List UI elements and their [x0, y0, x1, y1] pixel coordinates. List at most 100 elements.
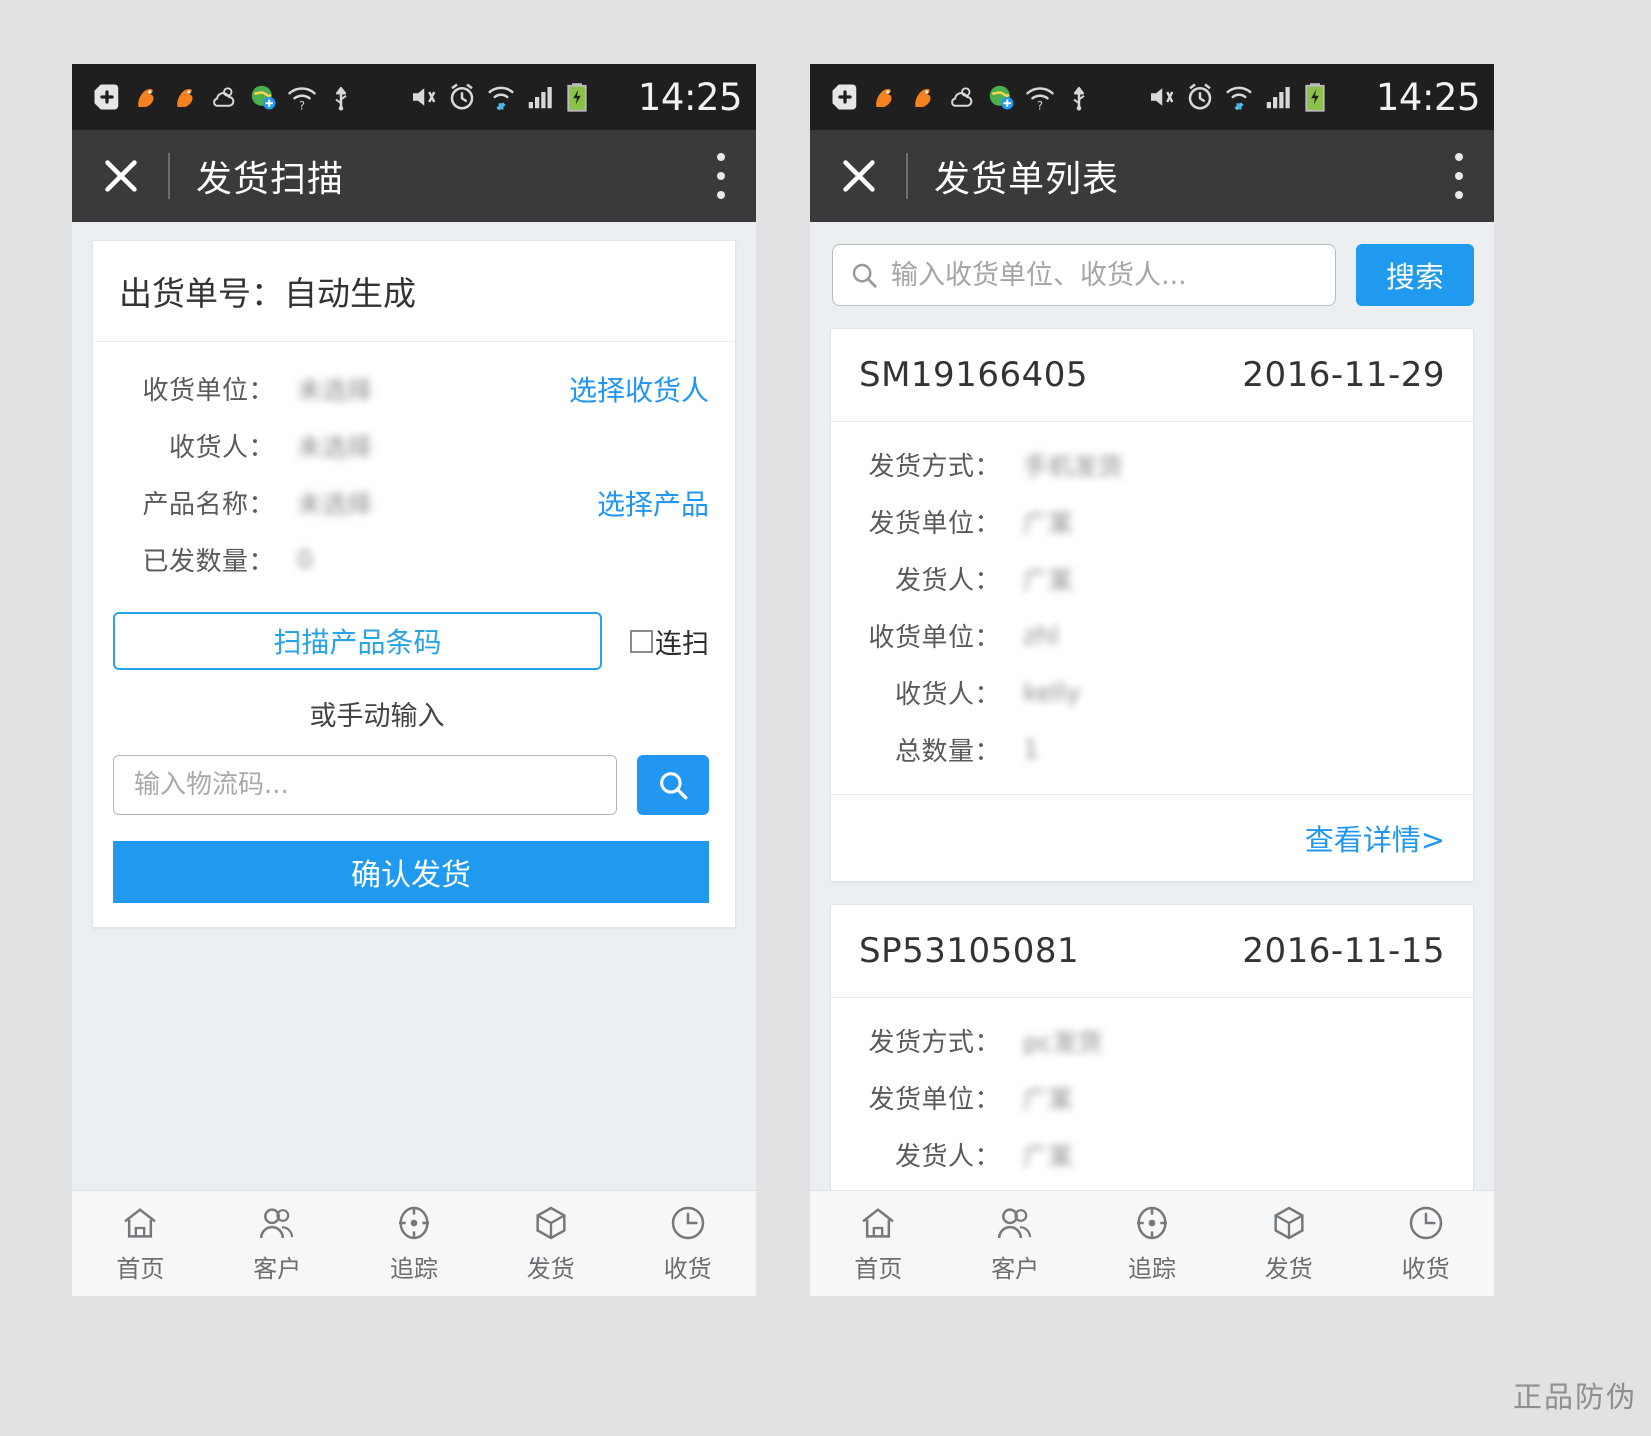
scan-product-barcode-button[interactable]: 扫描产品条码 — [113, 612, 602, 670]
shipping-form-body: 收货单位： 未选择 选择收货人 收货人： 未选择 产品名称： 未选择 选择产品 — [93, 342, 735, 927]
scan-row: 扫描产品条码 连扫 — [113, 612, 709, 670]
order-row-ship-method: 发货方式： pc发货 — [831, 1012, 1445, 1069]
right-screen-content: 搜索 SM19166405 2016-11-29 发货方式： 手机发货 发 — [810, 222, 1494, 1190]
nav-label: 收货 — [1401, 1255, 1450, 1283]
screenshot-stage: ? 14:25 发货扫描 出货单号：自动生成 收货单位： 未选择 选择收货人 收… — [0, 0, 1651, 1436]
order-card-body: 发货方式： pc发货 发货单位： 广某 发货人： 广某 收货单位： — [831, 998, 1473, 1190]
search-code-button[interactable] — [637, 755, 709, 815]
map-app-icon — [989, 85, 1014, 110]
nav-label: 首页 — [116, 1255, 165, 1283]
users-icon — [260, 1208, 294, 1239]
app-bar-left: 发货扫描 — [72, 130, 756, 222]
field-label: 发货人： — [894, 566, 1001, 596]
view-detail-link[interactable]: 查看详情> — [1305, 823, 1445, 857]
uc-browser-icon — [876, 89, 892, 107]
field-value-redacted: pc发货 — [1023, 1027, 1103, 1057]
field-value-redacted: 1 — [1023, 735, 1039, 764]
order-row-ship-company: 发货单位： 广某 — [831, 1069, 1445, 1126]
search-input-wrapper[interactable] — [832, 244, 1336, 306]
close-icon[interactable] — [98, 153, 144, 199]
box-icon — [536, 1206, 566, 1240]
app-bar-right: 发货单列表 — [810, 130, 1494, 222]
shipment-number-header: 出货单号：自动生成 — [93, 241, 735, 342]
field-label: 发货单位： — [868, 509, 1001, 539]
select-receiver-link[interactable]: 选择收货人 — [555, 369, 709, 409]
nav-item-shipping[interactable]: 发货 — [1220, 1191, 1357, 1296]
wifi-question-icon: ? — [1026, 87, 1054, 112]
field-value-redacted: kelly — [1023, 678, 1081, 707]
nav-label: 追踪 — [389, 1255, 438, 1283]
confirm-shipment-button[interactable]: 确认发货 — [113, 841, 709, 903]
search-input[interactable] — [891, 259, 1319, 291]
order-number: SP53105081 — [859, 931, 1080, 971]
weather-cloud-icon — [951, 87, 973, 107]
order-row-ship-company: 发货单位： 广某 — [831, 493, 1445, 550]
nav-item-home[interactable]: 首页 — [72, 1191, 209, 1296]
battery-charging-icon — [567, 83, 587, 112]
form-row-shipped-quantity: 已发数量： 0 — [105, 531, 709, 588]
bottom-nav-right: 首页 客户 追踪 发货 收货 — [810, 1190, 1494, 1296]
field-label: 收货人： — [168, 433, 275, 463]
nav-item-home[interactable]: 首页 — [810, 1191, 947, 1296]
box-icon — [1274, 1206, 1304, 1240]
order-date: 2016-11-15 — [1242, 931, 1445, 971]
map-app-icon — [251, 85, 276, 110]
nav-item-customer[interactable]: 客户 — [947, 1191, 1084, 1296]
status-bar-icons-left: ? — [92, 82, 632, 112]
overflow-menu-icon[interactable] — [716, 153, 726, 199]
status-bar-icons-right: ? — [830, 82, 1370, 112]
field-label: 收货单位： — [142, 376, 275, 406]
field-label: 收货人： — [894, 680, 1001, 710]
page-title: 发货单列表 — [934, 159, 1120, 200]
users-icon — [998, 1208, 1032, 1239]
search-bar: 搜索 — [810, 222, 1494, 306]
or-manual-input-text: 或手动输入 — [309, 701, 445, 732]
form-row-receiver-person: 收货人： 未选择 — [105, 417, 709, 474]
field-label: 发货单位： — [868, 1085, 1001, 1115]
search-button[interactable]: 搜索 — [1356, 244, 1474, 306]
silent-mode-icon — [413, 88, 436, 106]
usb-icon — [1073, 87, 1085, 111]
close-icon[interactable] — [836, 153, 882, 199]
nav-item-tracking[interactable]: 追踪 — [346, 1191, 483, 1296]
order-row-shipper: 发货人： 广某 — [831, 1126, 1445, 1183]
status-bar-clock: 14:25 — [1375, 75, 1481, 119]
overflow-menu-icon[interactable] — [1454, 153, 1464, 199]
order-row-receiver-person: 收货人： kelly — [831, 664, 1445, 721]
field-value-redacted: 手机发货 — [1023, 451, 1124, 481]
nav-item-receiving[interactable]: 收货 — [619, 1191, 756, 1296]
field-label: 产品名称： — [142, 490, 275, 520]
battery-charging-icon — [1305, 83, 1325, 112]
nav-item-receiving[interactable]: 收货 — [1357, 1191, 1494, 1296]
field-label: 总数量： — [894, 737, 1001, 767]
signal-bars-icon — [1266, 87, 1290, 109]
order-card-header: SP53105081 2016-11-15 — [831, 905, 1473, 998]
alarm-icon — [1188, 83, 1212, 110]
select-product-link[interactable]: 选择产品 — [583, 483, 709, 523]
order-row-ship-method: 发货方式： 手机发货 — [831, 436, 1445, 493]
order-card-body: 发货方式： 手机发货 发货单位： 广某 发货人： 广某 收货单位： zhl 收货… — [831, 422, 1473, 794]
nav-item-customer[interactable]: 客户 — [209, 1191, 346, 1296]
field-label: 发货方式： — [868, 452, 1001, 482]
order-card[interactable]: SP53105081 2016-11-15 发货方式： pc发货 发货单位： 广… — [830, 904, 1474, 1190]
nav-item-tracking[interactable]: 追踪 — [1084, 1191, 1221, 1296]
logistics-code-input[interactable] — [113, 755, 617, 815]
checkbox-box-icon[interactable] — [630, 629, 653, 653]
nav-label: 首页 — [854, 1255, 903, 1283]
wifi-question-icon: ? — [288, 87, 316, 112]
signal-bars-icon — [528, 87, 552, 109]
order-row-receiver-company: 收货单位： zhl — [831, 607, 1445, 664]
field-label: 收货单位： — [868, 623, 1001, 653]
continuous-scan-label: 连扫 — [655, 628, 709, 660]
order-card[interactable]: SM19166405 2016-11-29 发货方式： 手机发货 发货单位： 广… — [830, 328, 1474, 882]
appbar-divider — [906, 153, 908, 199]
uc-browser-icon-2 — [915, 89, 931, 107]
continuous-scan-checkbox[interactable]: 连扫 — [630, 622, 709, 661]
order-list: SM19166405 2016-11-29 发货方式： 手机发货 发货单位： 广… — [810, 328, 1494, 1190]
weather-cloud-icon — [213, 87, 235, 107]
field-value-redacted: 广某 — [1023, 565, 1074, 595]
order-card-header: SM19166405 2016-11-29 — [831, 329, 1473, 422]
target-icon — [398, 1206, 429, 1240]
phone-screen-shipping-scan: ? 14:25 发货扫描 出货单号：自动生成 收货单位： 未选择 选择收货人 收… — [72, 64, 756, 1296]
nav-item-shipping[interactable]: 发货 — [482, 1191, 619, 1296]
